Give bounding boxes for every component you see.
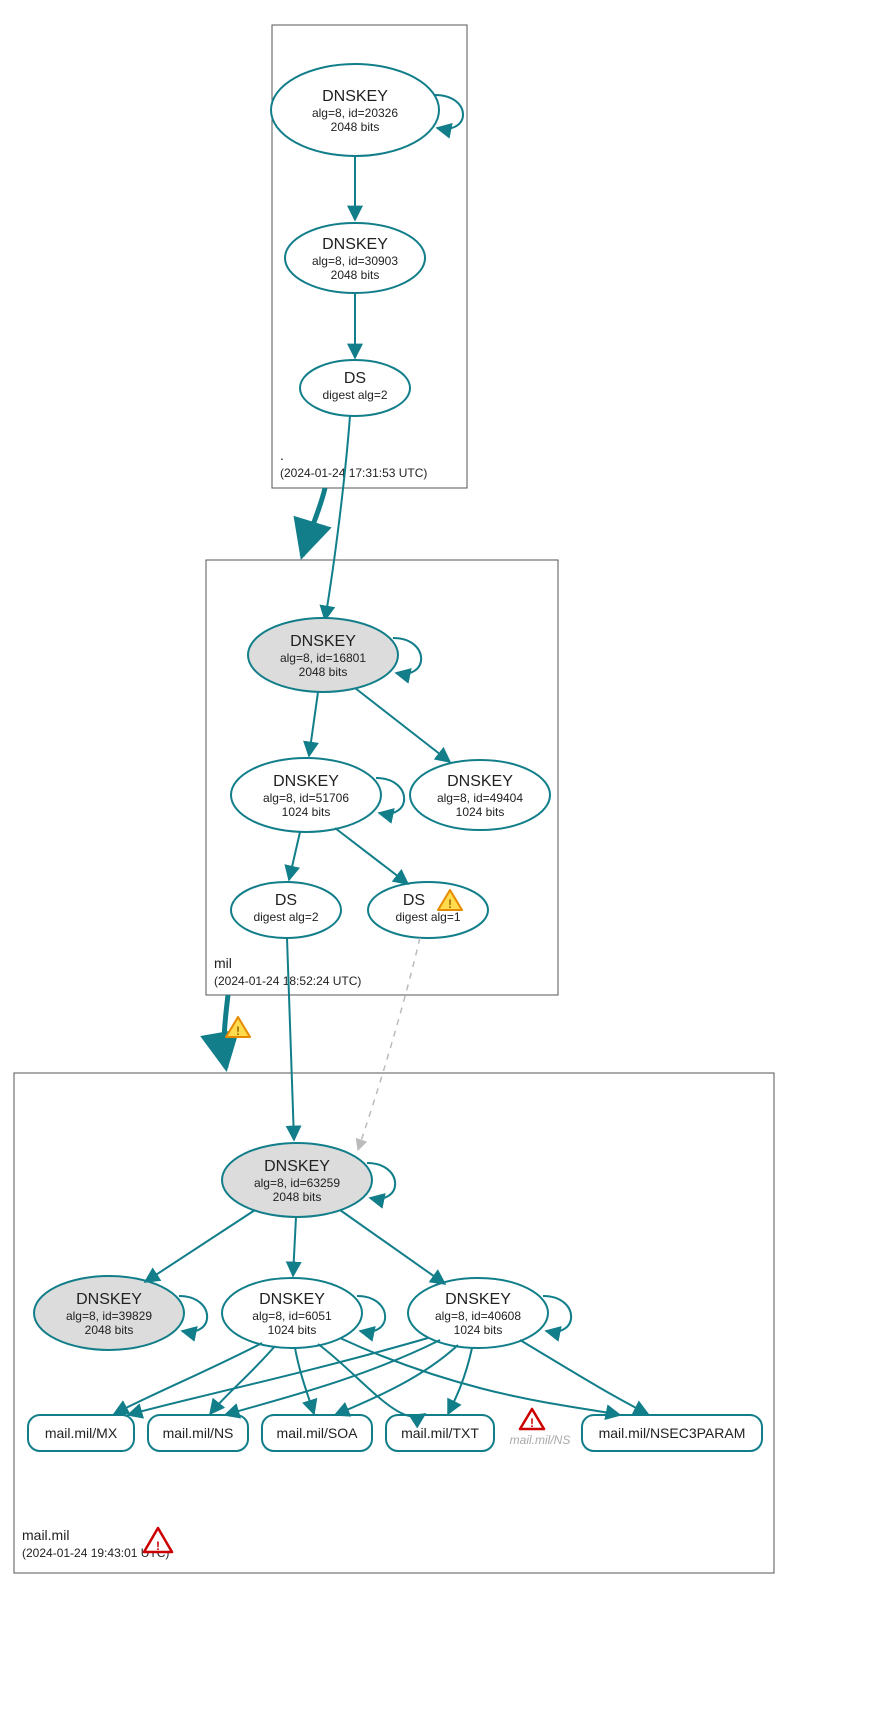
error-icon: ! [144, 1528, 172, 1553]
rrset-txt: mail.mil/TXT [386, 1415, 494, 1451]
edge-milzsk1-ds2 [335, 828, 408, 884]
node-mil-ds1: DS digest alg=2 [231, 882, 341, 938]
svg-text:2048 bits: 2048 bits [331, 120, 380, 134]
warning-icon: ! [226, 1017, 250, 1038]
edge-zsk2-soa [335, 1345, 458, 1415]
svg-text:digest alg=2: digest alg=2 [253, 910, 318, 924]
zone-mil-name: mil [214, 955, 232, 971]
rrset-nsec3: mail.mil/NSEC3PARAM [582, 1415, 762, 1451]
svg-text:DNSKEY: DNSKEY [445, 1291, 511, 1308]
svg-text:DS: DS [275, 892, 297, 909]
svg-text:alg=8, id=6051: alg=8, id=6051 [252, 1309, 332, 1323]
svg-text:DNSKEY: DNSKEY [259, 1291, 325, 1308]
svg-text:2048 bits: 2048 bits [331, 268, 380, 282]
edge-zsk2-ns [225, 1340, 440, 1415]
svg-text:alg=8, id=63259: alg=8, id=63259 [254, 1176, 340, 1190]
svg-text:2048 bits: 2048 bits [299, 665, 348, 679]
svg-text:2048 bits: 2048 bits [85, 1323, 134, 1337]
svg-text:DNSKEY: DNSKEY [273, 773, 339, 790]
svg-text:alg=8, id=40608: alg=8, id=40608 [435, 1309, 521, 1323]
error-icon: ! [520, 1409, 544, 1430]
svg-text:1024 bits: 1024 bits [454, 1323, 503, 1337]
edge-zsk1-mx [114, 1343, 262, 1414]
edge-milds2-mmksk-dashed [358, 938, 420, 1150]
edge-mmksk-key2 [145, 1210, 255, 1282]
edge-zsk1-nsec3 [340, 1338, 620, 1415]
node-root-ds: DS digest alg=2 [300, 360, 410, 416]
svg-text:1024 bits: 1024 bits [456, 805, 505, 819]
svg-text:mail.mil/NS: mail.mil/NS [510, 1433, 571, 1447]
node-root-ksk: DNSKEY alg=8, id=20326 2048 bits [271, 64, 439, 156]
zone-mailmil-name: mail.mil [22, 1527, 69, 1543]
svg-text:1024 bits: 1024 bits [268, 1323, 317, 1337]
svg-text:mail.mil/NS: mail.mil/NS [163, 1425, 234, 1441]
zone-root-ts: (2024-01-24 17:31:53 UTC) [280, 466, 427, 480]
svg-text:DNSKEY: DNSKEY [264, 1158, 330, 1175]
svg-text:mail.mil/NSEC3PARAM: mail.mil/NSEC3PARAM [599, 1425, 746, 1441]
svg-text:alg=8, id=30903: alg=8, id=30903 [312, 254, 398, 268]
svg-text:alg=8, id=39829: alg=8, id=39829 [66, 1309, 152, 1323]
svg-text:mail.mil/MX: mail.mil/MX [45, 1425, 118, 1441]
svg-text:DNSKEY: DNSKEY [322, 88, 388, 105]
svg-text:DNSKEY: DNSKEY [290, 633, 356, 650]
svg-text:mail.mil/TXT: mail.mil/TXT [401, 1425, 479, 1441]
edge-root-to-mil-thick [302, 488, 325, 556]
node-mil-zsk2: DNSKEY alg=8, id=49404 1024 bits [410, 760, 550, 830]
svg-text:alg=8, id=16801: alg=8, id=16801 [280, 651, 366, 665]
svg-text:2048 bits: 2048 bits [273, 1190, 322, 1204]
svg-text:alg=8, id=20326: alg=8, id=20326 [312, 106, 398, 120]
svg-text:DNSKEY: DNSKEY [322, 236, 388, 253]
svg-text:1024 bits: 1024 bits [282, 805, 331, 819]
edge-zsk2-nsec3 [520, 1340, 648, 1414]
edge-zsk1-soa [295, 1348, 314, 1414]
edge-milksk-milzsk1 [309, 692, 318, 756]
edge-milzsk1-ds1 [289, 832, 300, 880]
svg-text:!: ! [530, 1416, 534, 1430]
svg-text:!: ! [448, 897, 452, 911]
svg-text:DS: DS [403, 892, 425, 909]
svg-text:DNSKEY: DNSKEY [76, 1291, 142, 1308]
node-mm-key2: DNSKEY alg=8, id=39829 2048 bits [34, 1276, 184, 1350]
zone-root-name: . [280, 447, 284, 463]
edge-milksk-milzsk2 [355, 688, 450, 762]
dnssec-graph: . (2024-01-24 17:31:53 UTC) mil (2024-01… [0, 0, 879, 1715]
rrset-mx: mail.mil/MX [28, 1415, 134, 1451]
rrset-soa: mail.mil/SOA [262, 1415, 372, 1451]
svg-text:alg=8, id=51706: alg=8, id=51706 [263, 791, 349, 805]
rrset-ns-ghost: mail.mil/NS ! [510, 1409, 571, 1447]
node-mm-zsk2: DNSKEY alg=8, id=40608 1024 bits [408, 1278, 548, 1348]
svg-text:mail.mil/SOA: mail.mil/SOA [277, 1425, 359, 1441]
node-mil-ds2: DS digest alg=1 ! [368, 882, 488, 938]
node-mm-ksk: DNSKEY alg=8, id=63259 2048 bits [222, 1143, 372, 1217]
svg-text:!: ! [236, 1024, 240, 1038]
svg-text:digest alg=1: digest alg=1 [395, 910, 460, 924]
node-mil-zsk1: DNSKEY alg=8, id=51706 1024 bits [231, 758, 381, 832]
edge-rootds-milksk [325, 416, 350, 620]
edge-mmksk-zsk2 [340, 1210, 445, 1284]
svg-text:DNSKEY: DNSKEY [447, 773, 513, 790]
node-root-zsk: DNSKEY alg=8, id=30903 2048 bits [285, 223, 425, 293]
rrset-ns: mail.mil/NS [148, 1415, 248, 1451]
svg-text:DS: DS [344, 370, 366, 387]
svg-text:alg=8, id=49404: alg=8, id=49404 [437, 791, 523, 805]
node-mil-ksk: DNSKEY alg=8, id=16801 2048 bits [248, 618, 398, 692]
svg-text:digest alg=2: digest alg=2 [322, 388, 387, 402]
edge-mmksk-zsk1 [293, 1217, 296, 1276]
svg-text:!: ! [156, 1539, 160, 1553]
edge-milds1-mmksk [287, 938, 294, 1140]
edge-mil-to-mailmil-thick [224, 995, 228, 1068]
edge-zsk2-mx [128, 1338, 428, 1415]
